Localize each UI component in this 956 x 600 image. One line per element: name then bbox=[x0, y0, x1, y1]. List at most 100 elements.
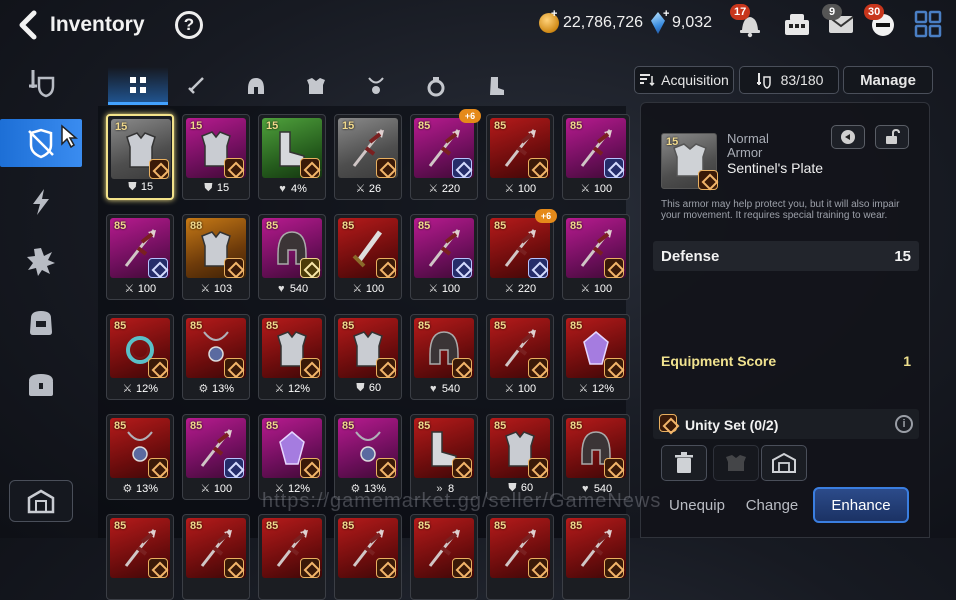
help-button[interactable]: ? bbox=[175, 11, 203, 39]
item-stat: ♥ 540 bbox=[411, 383, 477, 395]
set-badge-icon bbox=[698, 170, 718, 190]
lightning-icon bbox=[33, 189, 49, 215]
back-arrow-icon[interactable] bbox=[14, 10, 42, 40]
acquisition-sort-button[interactable]: Acquisition bbox=[634, 66, 734, 94]
add-gem-plus-icon[interactable]: + bbox=[663, 8, 669, 20]
item-stat-value: 12% bbox=[591, 383, 615, 395]
storage-button[interactable] bbox=[9, 480, 73, 522]
lock-button[interactable] bbox=[875, 125, 909, 149]
inventory-slot[interactable]: 85 ♥ 540 bbox=[410, 314, 478, 400]
inventory-slot[interactable]: 85 ⚔ 100 bbox=[562, 214, 630, 300]
upgrade-badge: +6 bbox=[535, 209, 557, 223]
add-gold-plus-icon[interactable]: + bbox=[551, 8, 557, 20]
tab-helmet[interactable] bbox=[226, 67, 286, 105]
notification-badge: 17 bbox=[730, 4, 751, 20]
inventory-slot[interactable]: 85 bbox=[182, 514, 250, 600]
inventory-slot[interactable]: 85 ⚔ 12% bbox=[562, 314, 630, 400]
item-stat-value: 100 bbox=[441, 283, 461, 295]
item-stat: ⚔ 100 bbox=[183, 482, 249, 495]
item-level: 85 bbox=[342, 220, 355, 232]
watermark-text: https://gamemarket.gg/seller/GameNews bbox=[262, 490, 662, 512]
ring-icon bbox=[427, 77, 445, 97]
item-art: 85 bbox=[414, 418, 474, 478]
inventory-slot[interactable]: 85 bbox=[562, 514, 630, 600]
sidebar-item-burst[interactable] bbox=[0, 238, 82, 286]
inventory-slot[interactable]: 85 ⚔ 100 bbox=[334, 214, 402, 300]
tab-weapon[interactable] bbox=[166, 67, 226, 105]
inventory-slot[interactable]: 85 ⚔ 12% bbox=[106, 314, 174, 400]
manage-button[interactable]: Manage bbox=[843, 66, 933, 94]
sidebar-item-chest[interactable] bbox=[0, 360, 82, 408]
inventory-slot[interactable]: 85 ⛊ 60 bbox=[486, 414, 554, 500]
set-badge-icon bbox=[300, 158, 320, 178]
armor-icon bbox=[28, 128, 54, 159]
equipment-score-label: Equipment Score bbox=[661, 353, 777, 369]
category-tab-bar bbox=[104, 67, 624, 105]
inventory-slot[interactable]: 85 bbox=[258, 514, 326, 600]
inventory-slot[interactable]: 15 ♥ 4% bbox=[258, 114, 326, 200]
item-stat: ⚔ 100 bbox=[487, 382, 553, 395]
inventory-slot[interactable]: 85 ♥ 540 bbox=[258, 214, 326, 300]
party-icon[interactable] bbox=[782, 10, 812, 38]
inventory-slot[interactable]: 85 ⛊ 60 bbox=[334, 314, 402, 400]
inventory-slot[interactable]: 15 ⛊ 15 bbox=[182, 114, 250, 200]
inventory-slot[interactable]: 85 bbox=[486, 514, 554, 600]
set-badge-icon bbox=[604, 258, 624, 278]
inventory-slot[interactable]: 85 ⚔ 12% bbox=[258, 414, 326, 500]
inventory-slot[interactable]: 85 ⚔ 100 bbox=[486, 114, 554, 200]
item-stat-value: 540 bbox=[441, 383, 461, 395]
tab-boots[interactable] bbox=[466, 67, 526, 105]
sidebar-item-skills[interactable] bbox=[0, 178, 82, 226]
inventory-slot[interactable]: 15 ⛊ 15 bbox=[106, 114, 174, 200]
tab-all[interactable] bbox=[108, 67, 168, 105]
item-art: 15 bbox=[338, 118, 398, 178]
inventory-slot[interactable]: 85 bbox=[106, 514, 174, 600]
item-grade: Normal bbox=[727, 131, 769, 146]
inventory-slot[interactable]: 85 ⚔ 100 bbox=[410, 214, 478, 300]
info-icon[interactable]: i bbox=[895, 415, 913, 433]
acquisition-label: Acquisition bbox=[661, 72, 729, 88]
share-icon bbox=[841, 130, 855, 144]
inventory-slot[interactable]: 85 ⚔ 100 bbox=[106, 214, 174, 300]
share-button[interactable] bbox=[831, 125, 865, 149]
set-badge-icon bbox=[452, 258, 472, 278]
item-stat: ⚔ 100 bbox=[335, 282, 401, 295]
menu-grid-icon[interactable] bbox=[913, 10, 943, 38]
inventory-slot[interactable]: 88 ⚔ 103 bbox=[182, 214, 250, 300]
enhance-button[interactable]: Enhance bbox=[813, 487, 909, 523]
set-badge-icon bbox=[452, 558, 472, 578]
inventory-slot[interactable]: 85 bbox=[334, 514, 402, 600]
stat-name: Defense bbox=[661, 248, 720, 265]
sidebar-item-bag[interactable] bbox=[0, 298, 82, 346]
storage-transfer-button[interactable] bbox=[761, 445, 807, 481]
inventory-slot[interactable]: 85 ⚔ 100 bbox=[486, 314, 554, 400]
set-badge-icon bbox=[528, 558, 548, 578]
inventory-slot[interactable]: 85 ⚙ 13% bbox=[182, 314, 250, 400]
inventory-slot[interactable]: 15 ⚔ 26 bbox=[334, 114, 402, 200]
necklace-icon bbox=[368, 77, 384, 94]
inventory-slot[interactable]: 85 ♥ 540 bbox=[562, 414, 630, 500]
item-art: 15 bbox=[111, 119, 171, 179]
tab-ring[interactable] bbox=[406, 67, 466, 105]
item-level: 85 bbox=[570, 220, 583, 232]
unequip-button[interactable]: Unequip bbox=[659, 487, 735, 523]
sidebar-item-weapons[interactable] bbox=[0, 58, 82, 106]
item-art: 88 bbox=[186, 218, 246, 278]
tab-necklace[interactable] bbox=[346, 67, 406, 105]
item-stat: ⚙ 13% bbox=[107, 482, 173, 495]
change-button[interactable]: Change bbox=[737, 487, 807, 523]
inventory-slot[interactable]: 85» 8 bbox=[410, 414, 478, 500]
inventory-slot[interactable]: 85 ⚔ 12% bbox=[258, 314, 326, 400]
inventory-slot[interactable]: 85 +6 ⚔ 220 bbox=[486, 209, 557, 300]
inventory-slot[interactable]: 85 ⚙ 13% bbox=[106, 414, 174, 500]
tab-armor[interactable] bbox=[286, 67, 346, 105]
inventory-slot[interactable]: 85 ⚙ 13% bbox=[334, 414, 402, 500]
item-stat: ⚔ 220 bbox=[487, 282, 553, 295]
set-badge-icon bbox=[528, 358, 548, 378]
inventory-slot[interactable]: 85 +6 ⚔ 220 bbox=[410, 109, 481, 200]
dismantle-button[interactable] bbox=[661, 445, 707, 481]
inventory-slot[interactable]: 85 ⚔ 100 bbox=[182, 414, 250, 500]
inventory-slot[interactable]: 85 ⚔ 100 bbox=[562, 114, 630, 200]
inventory-slot[interactable]: 85 bbox=[410, 514, 478, 600]
item-stat-value: 220 bbox=[517, 283, 537, 295]
